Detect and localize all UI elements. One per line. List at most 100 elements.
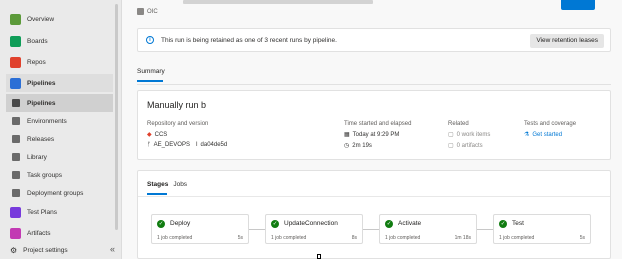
sidebar-item-boards[interactable]: Boards	[6, 32, 113, 50]
repo-header: Repository and version	[147, 121, 209, 127]
mouse-cursor	[317, 254, 321, 259]
sidebar-item-pipelines[interactable]: Pipelines	[6, 94, 113, 112]
sidebar-item-label: Overview	[27, 15, 55, 23]
tests-header: Tests and coverage	[524, 121, 577, 127]
tests-link-label: Get started	[532, 131, 563, 138]
tab-stages-underline	[147, 193, 167, 195]
stage-test[interactable]: ✓ Test 1 job completed 5s	[493, 214, 591, 244]
sidebar-item-test-plans[interactable]: Test Plans	[6, 203, 113, 221]
sidebar-item-environments[interactable]: Environments	[6, 112, 113, 130]
collapse-sidebar-icon[interactable]: «	[110, 244, 115, 254]
stage-name: Test	[512, 220, 524, 227]
stages-card: Stages Jobs ✓ Deploy 1 job completed 5s …	[137, 170, 611, 259]
tab-jobs[interactable]: Jobs	[173, 181, 187, 188]
run-title: Manually run b	[147, 100, 207, 110]
stage-duration: 1m 18s	[454, 235, 471, 241]
artifact-icon: ▢	[448, 143, 454, 149]
sidebar-item-label: Environments	[27, 117, 67, 125]
sidebar-item-releases[interactable]: Releases	[6, 130, 113, 148]
boards-icon	[10, 35, 21, 47]
flask-icon: ⚗	[524, 132, 530, 138]
success-check-icon: ✓	[385, 220, 393, 228]
primary-action-button[interactable]	[561, 0, 595, 10]
stage-name: Deploy	[170, 220, 191, 227]
project-settings[interactable]: ⚙ Project settings	[6, 243, 117, 257]
stage-deploy[interactable]: ✓ Deploy 1 job completed 5s	[151, 214, 249, 244]
stage-activate[interactable]: ✓ Activate 1 job completed 1m 18s	[379, 214, 477, 244]
stage-jobs: 1 job completed	[157, 235, 193, 241]
repo-row[interactable]: ◆ CCS	[147, 131, 168, 139]
deployment-groups-icon	[12, 189, 20, 197]
stage-jobs: 1 job completed	[499, 235, 535, 241]
stage-duration: 8s	[351, 235, 357, 241]
sidebar-item-label: Releases	[27, 135, 55, 143]
tests-get-started-link[interactable]: ⚗ Get started	[524, 131, 563, 139]
releases-icon	[12, 135, 20, 143]
success-check-icon: ✓	[157, 220, 165, 228]
test-plans-icon	[10, 206, 21, 218]
stage-connector	[477, 229, 493, 230]
stage-name: Activate	[398, 220, 422, 227]
sidebar-item-label: Task groups	[27, 171, 63, 179]
sidebar-item-library[interactable]: Library	[6, 148, 113, 166]
main-content: OIC i This run is being retained as one …	[123, 0, 622, 259]
success-check-icon: ✓	[271, 220, 279, 228]
retention-message: This run is being retained as one of 3 r…	[161, 36, 337, 44]
pipeline-breadcrumb: OIC	[137, 8, 158, 15]
stage-duration: 5s	[237, 235, 243, 241]
stage-updateconnection[interactable]: ✓ UpdateConnection 1 job completed 8s	[265, 214, 363, 244]
sidebar-scrollbar[interactable]	[115, 4, 118, 230]
work-items-count: 0 work items	[456, 131, 491, 138]
sidebar-item-deployment-groups[interactable]: Deployment groups	[6, 184, 113, 202]
work-items-row[interactable]: ▢ 0 work items	[448, 131, 491, 139]
view-retention-leases-button[interactable]: View retention leases	[530, 34, 604, 48]
started-row: ▦ Today at 9:29 PM	[344, 131, 400, 139]
sidebar-item-label: Artifacts	[27, 229, 51, 237]
sidebar-item-task-groups[interactable]: Task groups	[6, 166, 113, 184]
branch-name: AE_DEVOPS	[153, 142, 190, 148]
clock-icon: ◷	[344, 143, 350, 149]
branch-icon: ᚠ	[147, 142, 151, 148]
artifacts-count: 0 artifacts	[456, 142, 483, 149]
started-time: Today at 9:29 PM	[352, 131, 400, 138]
stages-tabs: Stages Jobs	[147, 181, 192, 188]
artifacts-row[interactable]: ▢ 0 artifacts	[448, 142, 483, 150]
work-item-icon: ▢	[448, 132, 454, 138]
stage-connector	[363, 229, 379, 230]
tab-stages[interactable]: Stages	[147, 181, 168, 188]
sidebar-item-artifacts[interactable]: Artifacts	[6, 224, 113, 242]
tab-summary-underline	[137, 80, 163, 82]
tab-divider	[137, 84, 611, 85]
run-summary-card: Manually run b Repository and version ◆ …	[137, 90, 611, 160]
library-icon	[12, 153, 20, 161]
pipeline-icon	[137, 8, 144, 15]
project-settings-label: Project settings	[23, 246, 68, 254]
pipelines-icon	[10, 77, 21, 89]
gear-icon: ⚙	[10, 245, 18, 255]
success-check-icon: ✓	[499, 220, 507, 228]
info-icon: i	[146, 36, 154, 44]
repo-name: CCS	[154, 131, 168, 138]
elapsed-row: ◷ 2m 19s	[344, 142, 372, 150]
commit-icon: ǀ	[195, 142, 198, 148]
sidebar-item-label: Pipelines	[27, 79, 56, 87]
time-header: Time started and elapsed	[344, 121, 412, 127]
commit-id: da04de5d	[200, 142, 228, 148]
retention-banner: i This run is being retained as one of 3…	[137, 28, 611, 52]
overview-icon	[10, 13, 21, 25]
branch-row[interactable]: ᚠ AE_DEVOPS ǀ da04de5d	[147, 142, 227, 148]
stage-name: UpdateConnection	[284, 220, 338, 227]
stages-tab-divider	[138, 196, 610, 197]
sidebar-item-label: Test Plans	[27, 208, 57, 216]
bar-chart-icon	[12, 99, 20, 107]
task-groups-icon	[12, 171, 20, 179]
sidebar-item-overview[interactable]: Overview	[6, 10, 113, 28]
run-title-cropped	[183, 0, 373, 4]
sidebar-item-label: Deployment groups	[27, 189, 84, 197]
tab-summary[interactable]: Summary	[137, 68, 165, 75]
stage-connector	[249, 229, 265, 230]
sidebar-item-repos[interactable]: Repos	[6, 53, 113, 71]
sidebar-item-label: Boards	[27, 37, 48, 45]
sidebar-item-pipelines-section[interactable]: Pipelines	[6, 74, 113, 92]
repos-icon	[10, 56, 21, 68]
